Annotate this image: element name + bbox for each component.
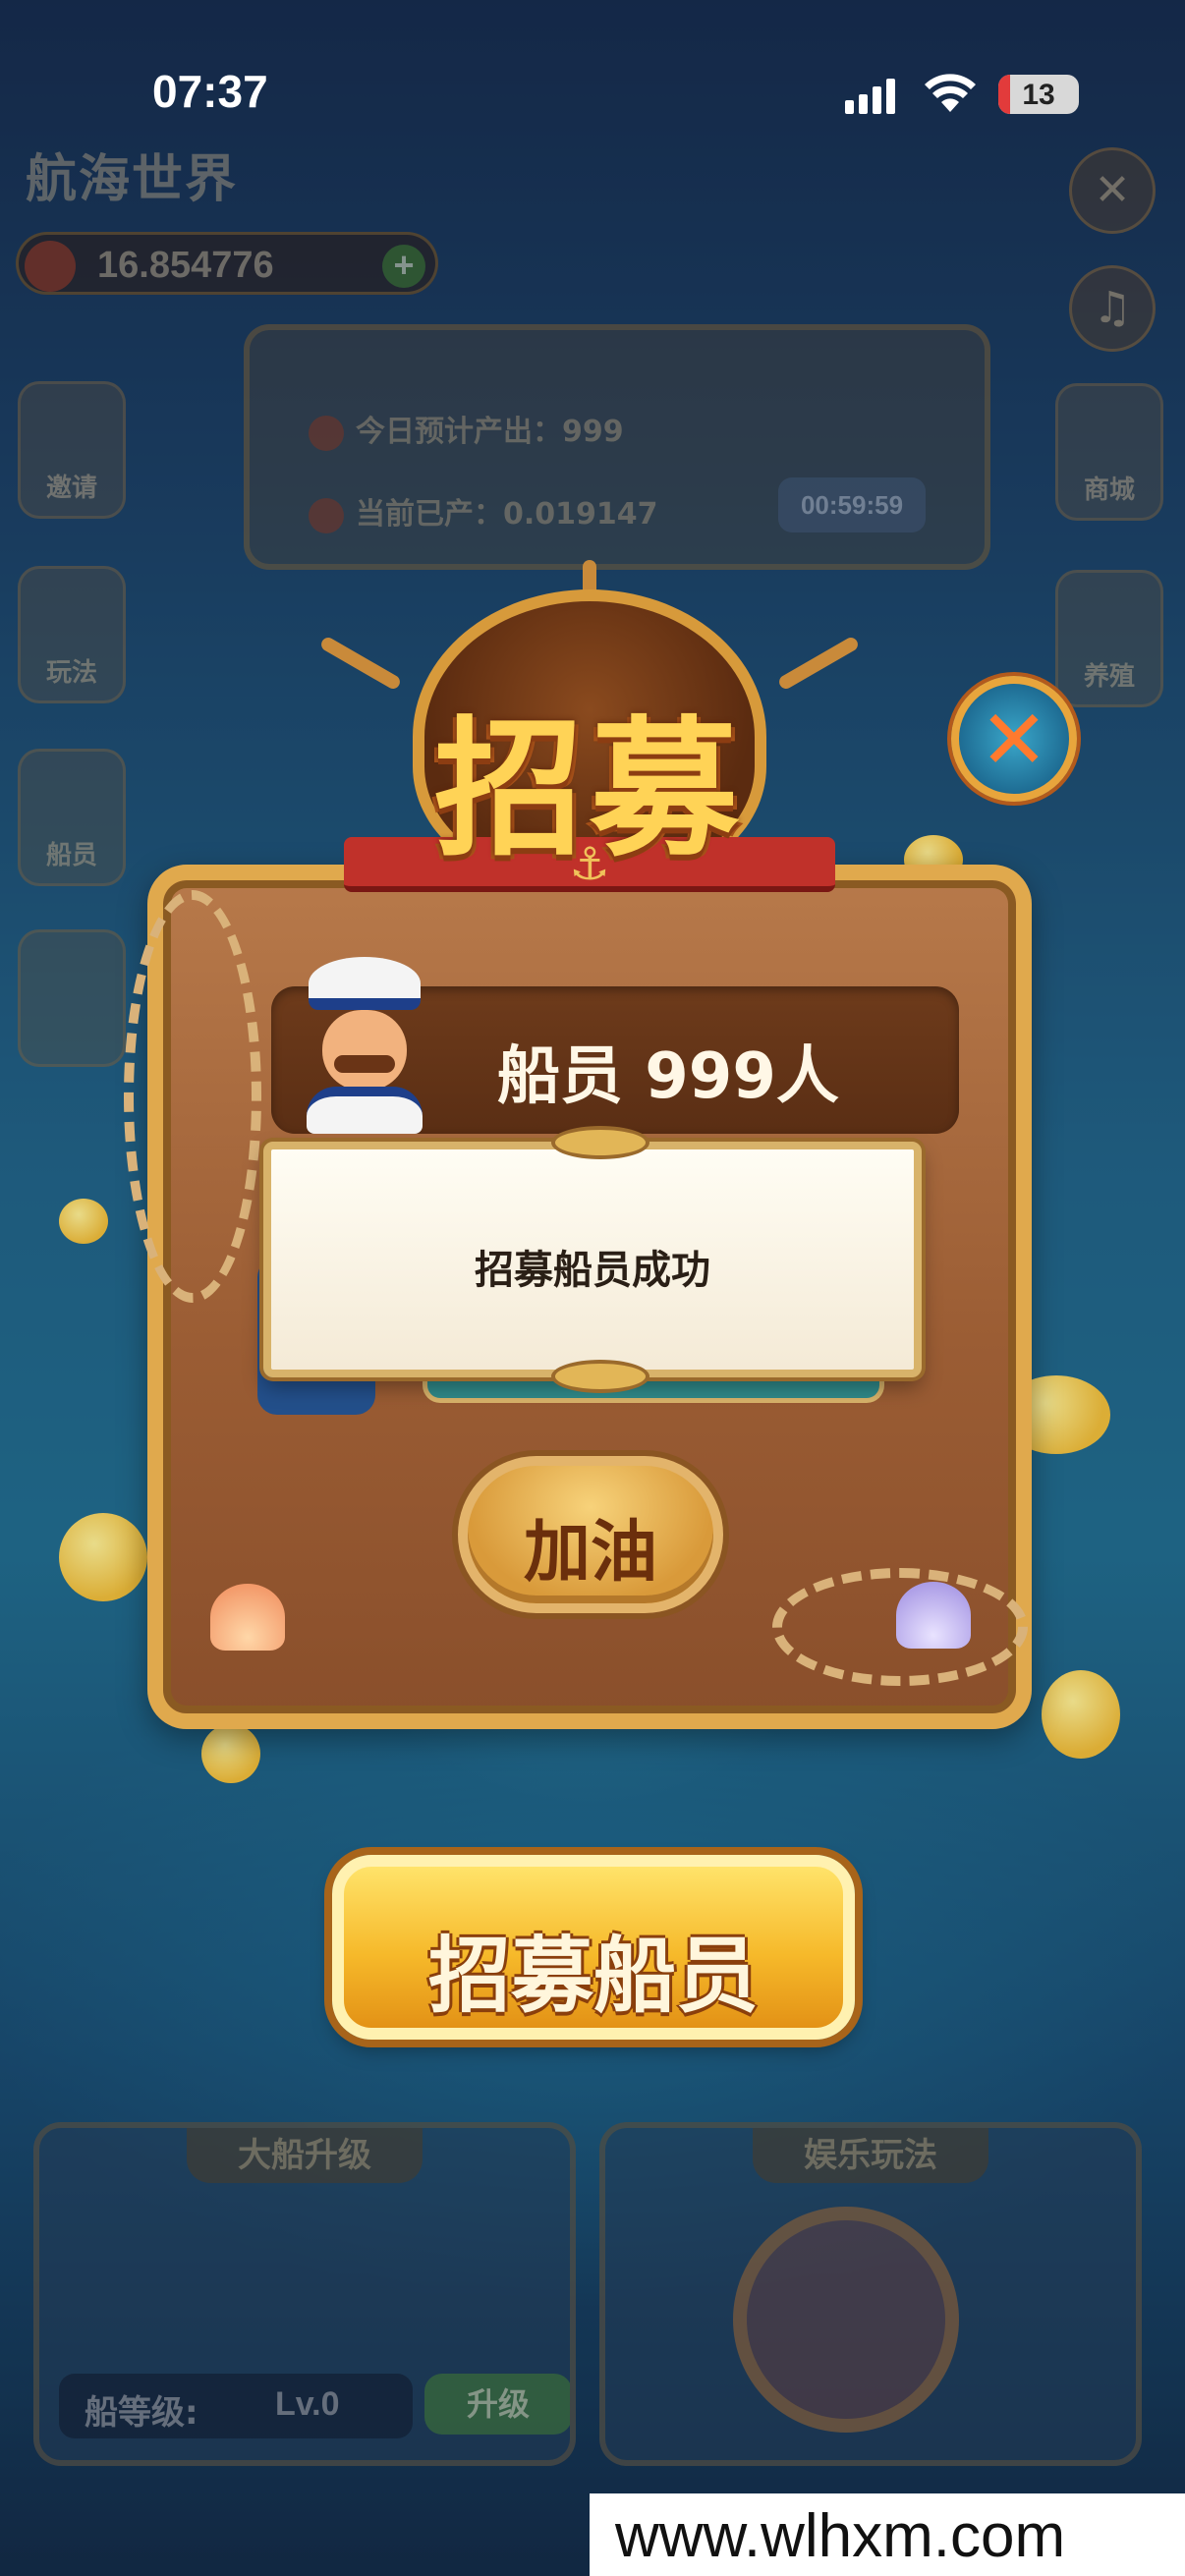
success-toast: 招募船员成功 (263, 1126, 922, 1393)
rope (124, 890, 261, 1303)
cheer-button[interactable]: 加油 (458, 1456, 723, 1613)
crew-count-bar: 船员 999人 (271, 957, 959, 1134)
shell-icon (896, 1582, 971, 1649)
battery-icon: 13 (998, 75, 1079, 114)
status-bar: 07:37 13 (0, 0, 1185, 128)
signal-icon (845, 79, 896, 114)
ornament-icon (551, 1126, 649, 1159)
coin-icon (201, 1724, 260, 1783)
coin-icon (1042, 1670, 1120, 1759)
modal-title-area: ⚓ 招募 (295, 560, 884, 914)
recruit-crew-button[interactable]: 招募船员 (332, 1855, 855, 2040)
shell-icon (210, 1584, 285, 1651)
modal-title: 招募 (434, 700, 745, 876)
sailor-avatar (301, 957, 428, 1134)
toast-message: 招募船员成功 (475, 1248, 710, 1293)
wifi-icon (925, 74, 976, 112)
coin-icon (59, 1513, 147, 1601)
watermark: www.wlhxm.com (590, 2493, 1185, 2576)
status-time: 07:37 (152, 66, 268, 117)
ornament-icon (551, 1360, 649, 1393)
modal-close-button[interactable]: ✕ (951, 676, 1077, 802)
close-icon: ✕ (979, 692, 1049, 788)
crew-count: 船员 999人 (497, 1040, 839, 1113)
coin-icon (59, 1199, 108, 1244)
